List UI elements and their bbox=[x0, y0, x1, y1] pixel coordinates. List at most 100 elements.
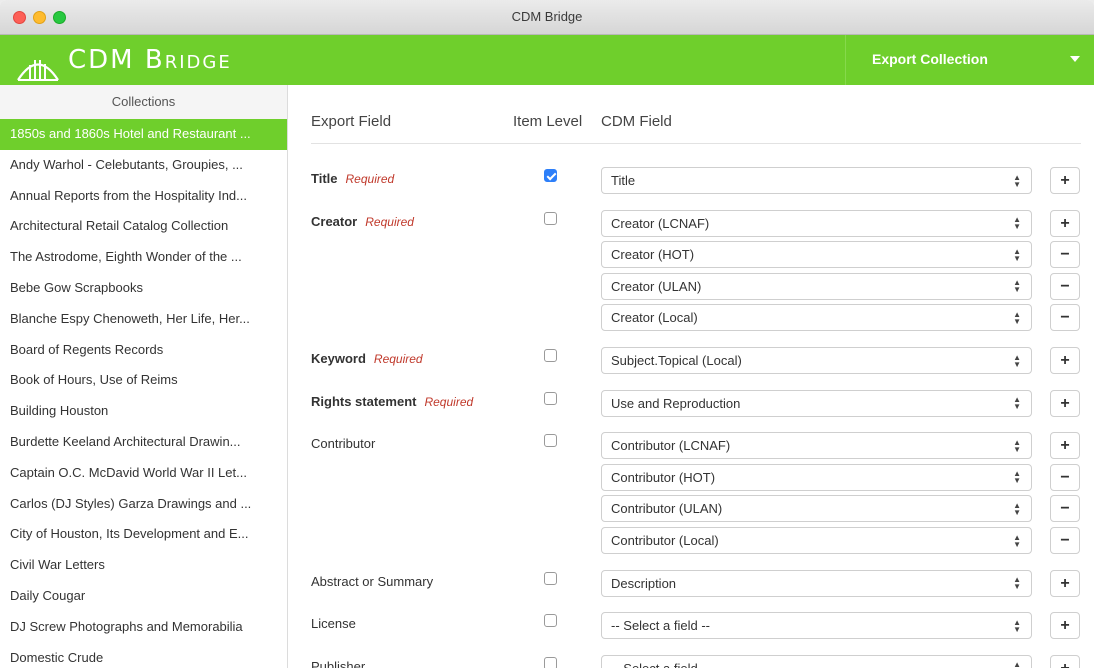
select-value: Description bbox=[611, 575, 677, 591]
collection-item[interactable]: Board of Regents Records bbox=[0, 335, 287, 366]
export-field-label: Rights statement Required bbox=[311, 394, 473, 409]
select-arrows-icon: ▲▼ bbox=[1013, 617, 1021, 634]
collection-item[interactable]: Bebe Gow Scrapbooks bbox=[0, 273, 287, 304]
select-value: Title bbox=[611, 173, 636, 188]
required-tag: Required bbox=[424, 394, 474, 409]
export-field-label: Publisher bbox=[311, 659, 365, 668]
cdm-field-select[interactable]: Contributor (Local) ▲ ▼ bbox=[601, 527, 1032, 554]
app-header: CDM Bridge Export Collection bbox=[0, 35, 1094, 85]
cdm-field-select[interactable]: Subject.Topical (Local) ▲ ▼ bbox=[601, 347, 1032, 374]
bridge-logo-icon bbox=[17, 60, 59, 81]
collection-item[interactable]: Captain O.C. McDavid World War II Let... bbox=[0, 458, 287, 489]
cdm-field-select[interactable]: Use and Reproduction ▲ ▼ bbox=[601, 389, 1032, 417]
select-value: Contributor (LCNAF) bbox=[611, 438, 731, 454]
cdm-field-select[interactable]: Contributor (HOT) ▲ ▼ bbox=[601, 463, 1032, 491]
cdm-field-select[interactable]: Creator (HOT) ▲ ▼ bbox=[601, 241, 1032, 269]
field-name: Keyword bbox=[311, 351, 366, 366]
add-field-button[interactable]: + bbox=[1050, 432, 1080, 460]
field-name: Title bbox=[311, 171, 338, 186]
field-name: Abstract or Summary bbox=[311, 573, 434, 589]
select-value: Creator (ULAN) bbox=[611, 278, 702, 294]
remove-field-button[interactable]: − bbox=[1050, 495, 1080, 523]
add-field-button[interactable]: + bbox=[1050, 612, 1080, 640]
sidebar-title: Collections bbox=[0, 85, 287, 119]
add-field-button[interactable]: + bbox=[1050, 569, 1080, 597]
cdm-field-select[interactable]: -- Select a field -- ▲▼ bbox=[601, 612, 1032, 640]
cdm-field-select[interactable]: Contributor (ULAN) ▲ ▼ bbox=[601, 495, 1032, 523]
item-level-header: Item Level bbox=[513, 113, 583, 130]
required-tag: Required bbox=[373, 352, 423, 366]
collection-item[interactable]: Building Houston bbox=[0, 396, 287, 427]
collection-item[interactable]: City of Houston, Its Development and E..… bbox=[0, 519, 287, 550]
select-value: Creator (Local) bbox=[611, 310, 698, 326]
export-field-header: Export Field bbox=[311, 113, 392, 130]
add-field-button[interactable]: + bbox=[1050, 347, 1080, 374]
item-level-checkbox[interactable] bbox=[544, 656, 557, 668]
add-field-button[interactable]: + bbox=[1050, 654, 1080, 668]
item-level-checkbox[interactable] bbox=[544, 349, 557, 362]
cdm-field-select[interactable]: Title ▲ ▼ bbox=[601, 167, 1032, 194]
cdm-field-select[interactable]: -- Select a field -- ▲▼ bbox=[601, 654, 1032, 668]
collections-sidebar: Collections 1850s and 1860s Hotel and Re… bbox=[0, 85, 288, 668]
cdm-field-select[interactable]: Creator (LCNAF) ▲ ▼ bbox=[601, 209, 1032, 237]
item-level-checkbox[interactable] bbox=[544, 571, 557, 585]
required-tag: Required bbox=[365, 214, 414, 229]
field-name: License bbox=[311, 616, 356, 632]
collection-item[interactable]: Architectural Retail Catalog Collection bbox=[0, 211, 287, 242]
add-field-button[interactable]: + bbox=[1050, 389, 1080, 417]
collection-item[interactable]: Domestic Crude bbox=[0, 643, 287, 668]
add-field-button[interactable]: + bbox=[1050, 209, 1080, 237]
cdm-field-select[interactable]: Creator (ULAN) ▲ ▼ bbox=[601, 272, 1032, 300]
collection-item[interactable]: Book of Hours, Use of Reims bbox=[0, 365, 287, 396]
select-arrows-icon: ▲▼ bbox=[1013, 172, 1021, 189]
select-arrows-icon: ▲▼ bbox=[1013, 500, 1021, 517]
item-level-checkbox[interactable] bbox=[544, 434, 557, 448]
collection-item[interactable]: DJ Screw Photographs and Memorabilia bbox=[0, 612, 287, 643]
field-name: Creator bbox=[311, 213, 358, 229]
remove-field-button[interactable]: − bbox=[1050, 272, 1080, 300]
collection-item[interactable]: 1850s and 1860s Hotel and Restaurant ... bbox=[0, 119, 287, 150]
export-field-label: Title Required bbox=[311, 171, 394, 186]
collection-item[interactable]: Carlos (DJ Styles) Garza Drawings and ..… bbox=[0, 489, 287, 520]
remove-field-button[interactable]: − bbox=[1050, 241, 1080, 269]
select-arrows-icon: ▲▼ bbox=[1013, 352, 1021, 369]
collection-item[interactable]: Blanche Espy Chenoweth, Her Life, Her... bbox=[0, 304, 287, 335]
app-window: CDM Bridge CDM Bridge Export Collection … bbox=[0, 0, 1094, 668]
collection-item[interactable]: Daily Cougar bbox=[0, 581, 287, 612]
cdm-field-select[interactable]: Description ▲ ▼ bbox=[601, 569, 1032, 597]
collection-item[interactable]: Burdette Keeland Architectural Drawin... bbox=[0, 427, 287, 458]
export-field-label: Creator Required bbox=[311, 214, 414, 229]
item-level-checkbox[interactable] bbox=[544, 614, 557, 628]
collection-item[interactable]: Annual Reports from the Hospitality Ind.… bbox=[0, 181, 287, 212]
item-level-checkbox[interactable] bbox=[544, 391, 557, 405]
export-field-label: Contributor bbox=[311, 436, 375, 451]
remove-field-button[interactable]: − bbox=[1050, 304, 1080, 332]
remove-field-button[interactable]: − bbox=[1050, 463, 1080, 491]
select-value: Creator (HOT) bbox=[611, 247, 695, 263]
collections-list: 1850s and 1860s Hotel and Restaurant ...… bbox=[0, 119, 287, 668]
cdm-field-select[interactable]: Contributor (LCNAF) ▲ ▼ bbox=[601, 432, 1032, 460]
remove-field-button[interactable]: − bbox=[1050, 527, 1080, 554]
select-value: -- Select a field -- bbox=[611, 661, 710, 668]
select-arrows-icon: ▲▼ bbox=[1013, 575, 1021, 592]
required-tag: Required bbox=[345, 172, 395, 186]
window-title: CDM Bridge bbox=[511, 9, 583, 24]
item-level-checkbox[interactable] bbox=[544, 169, 557, 182]
cdm-field-select[interactable]: Creator (Local) ▲ ▼ bbox=[601, 304, 1032, 332]
collection-item[interactable]: Andy Warhol - Celebutants, Groupies, ... bbox=[0, 150, 287, 181]
add-field-button[interactable]: + bbox=[1050, 167, 1080, 194]
select-arrows-icon: ▲▼ bbox=[1013, 532, 1021, 549]
select-value: Contributor (HOT) bbox=[611, 469, 716, 485]
export-collection-menu[interactable]: Export Collection bbox=[845, 35, 1094, 85]
item-level-checkbox[interactable] bbox=[544, 211, 557, 225]
select-arrows-icon: ▲▼ bbox=[1013, 437, 1021, 454]
export-field-label: Abstract or Summary bbox=[311, 574, 433, 589]
export-field-label: Keyword Required bbox=[311, 351, 423, 366]
select-arrows-icon: ▲▼ bbox=[1013, 395, 1021, 412]
export-collection-label: Export Collection bbox=[872, 51, 988, 67]
collection-item[interactable]: Civil War Letters bbox=[0, 550, 287, 581]
field-name: Contributor bbox=[311, 436, 376, 452]
select-value: Contributor (ULAN) bbox=[611, 501, 723, 517]
select-value: Subject.Topical (Local) bbox=[611, 353, 742, 368]
collection-item[interactable]: The Astrodome, Eighth Wonder of the ... bbox=[0, 242, 287, 273]
